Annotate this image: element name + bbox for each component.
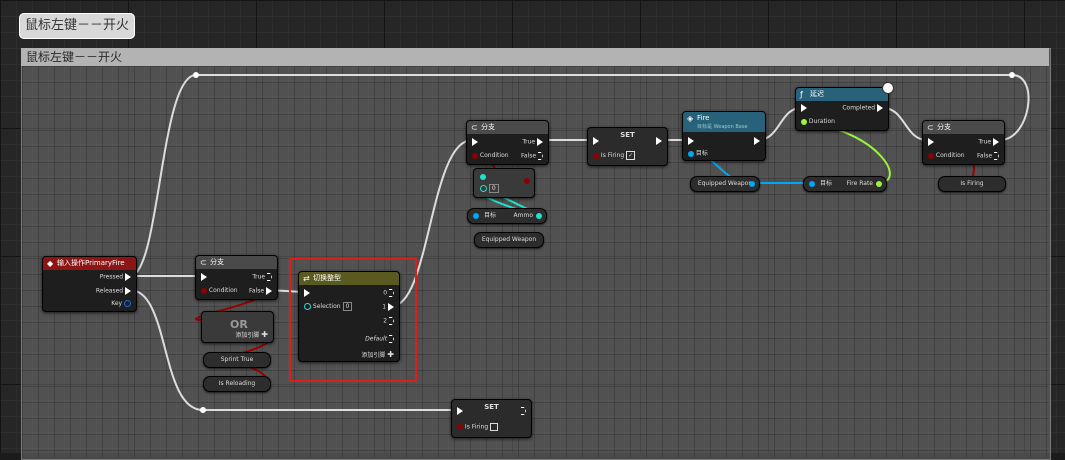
exec-in-icon <box>688 137 694 145</box>
exec-out-pin[interactable] <box>656 137 662 146</box>
event-icon: ◆ <box>47 259 54 268</box>
key-pin[interactable]: Key <box>111 300 131 308</box>
branch-icon: ⊂ <box>200 258 207 267</box>
exec-out-icon <box>754 137 760 145</box>
exec-in-icon <box>457 407 463 415</box>
function-icon: ◈ <box>687 114 694 123</box>
object-pin-icon <box>749 181 755 187</box>
bool-pin-icon <box>524 177 530 184</box>
plus-icon: ✚ <box>261 330 268 339</box>
condition-pin[interactable]: Condition <box>201 287 238 295</box>
exec-out-icon <box>877 104 883 112</box>
is-reloading-variable[interactable]: Is Reloading <box>203 376 271 392</box>
compare-value-field[interactable]: 0 <box>488 184 499 193</box>
exec-out-icon <box>267 273 272 281</box>
true-pin[interactable]: True <box>252 273 272 282</box>
false-pin[interactable]: False <box>521 152 543 161</box>
node-title: 输入操作PrimaryFire <box>57 259 125 267</box>
fire-function-node[interactable]: ◈ Fire 目标是 Weapon Base 目标 <box>682 111 766 161</box>
branch-node-2[interactable]: ⊂ 分支 True Condition False <box>466 120 549 165</box>
float-pin-icon <box>876 181 882 187</box>
fire-rate-getter[interactable]: 目标 Fire Rate <box>803 176 887 192</box>
branch-icon: ⊂ <box>927 123 934 132</box>
exec-in-pin[interactable] <box>472 138 478 147</box>
sprint-true-variable[interactable]: Sprint True <box>203 352 271 368</box>
exec-out-pin[interactable] <box>754 137 760 146</box>
exec-in-pin[interactable] <box>801 104 807 113</box>
exec-in-pin[interactable] <box>201 273 207 282</box>
add-pin-button[interactable]: 添加引脚 ✚ <box>235 331 268 340</box>
int-pin-icon <box>480 185 487 192</box>
target-pin[interactable]: 目标 <box>688 150 708 158</box>
exec-out-icon <box>656 137 662 145</box>
exec-in-icon <box>472 138 478 146</box>
is-firing-pin[interactable]: Is Firing <box>457 423 499 432</box>
set-is-firing-node-bottom[interactable]: SET Is Firing <box>451 399 532 438</box>
exec-in-icon <box>801 104 807 112</box>
bool-pin-icon <box>928 152 934 159</box>
object-pin-icon <box>809 181 815 187</box>
exec-in-pin[interactable] <box>928 138 934 147</box>
exec-out-icon <box>993 138 999 146</box>
condition-pin[interactable]: Condition <box>928 152 965 160</box>
released-pin[interactable]: Released <box>96 287 131 296</box>
is-firing-pin[interactable]: Is Firing ✓ <box>593 151 636 160</box>
bool-pin-icon <box>593 152 599 159</box>
int-in-pin-a[interactable] <box>480 173 486 181</box>
clock-icon <box>882 82 894 94</box>
duration-pin[interactable]: Duration <box>801 118 835 126</box>
int-pin-icon <box>480 173 486 180</box>
bool-pin-icon <box>472 152 478 159</box>
int-pin-icon <box>536 213 542 219</box>
set-is-firing-node-top[interactable]: SET Is Firing ✓ <box>587 127 668 166</box>
or-label: OR <box>230 318 248 331</box>
completed-pin[interactable]: Completed <box>842 104 883 113</box>
exec-in-icon <box>201 273 207 281</box>
wires-layer <box>129 72 1030 426</box>
false-pin[interactable]: False <box>249 287 272 296</box>
equipped-weapon-getter-1[interactable]: Equipped Weapon <box>474 232 544 248</box>
object-pin-icon <box>473 213 479 219</box>
false-pin[interactable]: False <box>977 152 999 161</box>
exec-in-icon <box>928 138 934 146</box>
bool-out-pin[interactable] <box>524 177 530 185</box>
bool-pin-icon <box>457 424 463 430</box>
branch-node-1[interactable]: ⊂ 分支 True Condition False <box>195 255 278 300</box>
exec-out-icon <box>994 152 999 160</box>
condition-pin[interactable]: Condition <box>472 152 509 160</box>
float-pin-icon <box>801 118 807 125</box>
input-action-node[interactable]: ◆ 输入操作PrimaryFire Pressed Released Key <box>42 256 137 312</box>
is-firing-variable[interactable]: Is Firing <box>938 176 1006 192</box>
exec-out-pin[interactable] <box>521 407 526 416</box>
delay-node[interactable]: ƒ 延迟 Completed Duration <box>795 87 889 131</box>
int-in-pin-b[interactable]: 0 <box>480 184 499 193</box>
selection-highlight-box <box>289 258 417 382</box>
or-node[interactable]: OR 添加引脚 ✚ <box>201 311 274 343</box>
exec-out-icon <box>125 287 131 295</box>
exec-out-icon <box>537 138 543 146</box>
equipped-weapon-getter-2[interactable]: Equipped Weapon <box>690 176 760 192</box>
exec-out-icon <box>125 273 131 281</box>
true-pin[interactable]: True <box>978 138 999 147</box>
branch-icon: ⊂ <box>471 123 478 132</box>
pressed-pin[interactable]: Pressed <box>100 273 131 282</box>
checkbox[interactable] <box>490 423 499 431</box>
exec-in-pin[interactable] <box>688 137 694 146</box>
checkbox-checked[interactable]: ✓ <box>626 151 636 160</box>
exec-in-pin[interactable] <box>593 137 599 146</box>
compare-node[interactable]: 0 <box>473 168 535 198</box>
branch-node-3[interactable]: ⊂ 分支 True Condition False <box>922 120 1005 165</box>
exec-out-icon <box>266 287 272 295</box>
exec-out-icon <box>521 407 526 415</box>
object-pin-icon <box>688 150 694 157</box>
struct-pin-icon <box>124 300 131 307</box>
bool-pin-icon <box>201 287 207 294</box>
exec-in-pin[interactable] <box>457 407 463 416</box>
function-icon: ƒ <box>800 90 803 99</box>
ammo-getter[interactable]: 目标 Ammo <box>467 208 547 224</box>
true-pin[interactable]: True <box>522 138 543 147</box>
exec-in-icon <box>593 137 599 145</box>
exec-out-icon <box>538 152 543 160</box>
